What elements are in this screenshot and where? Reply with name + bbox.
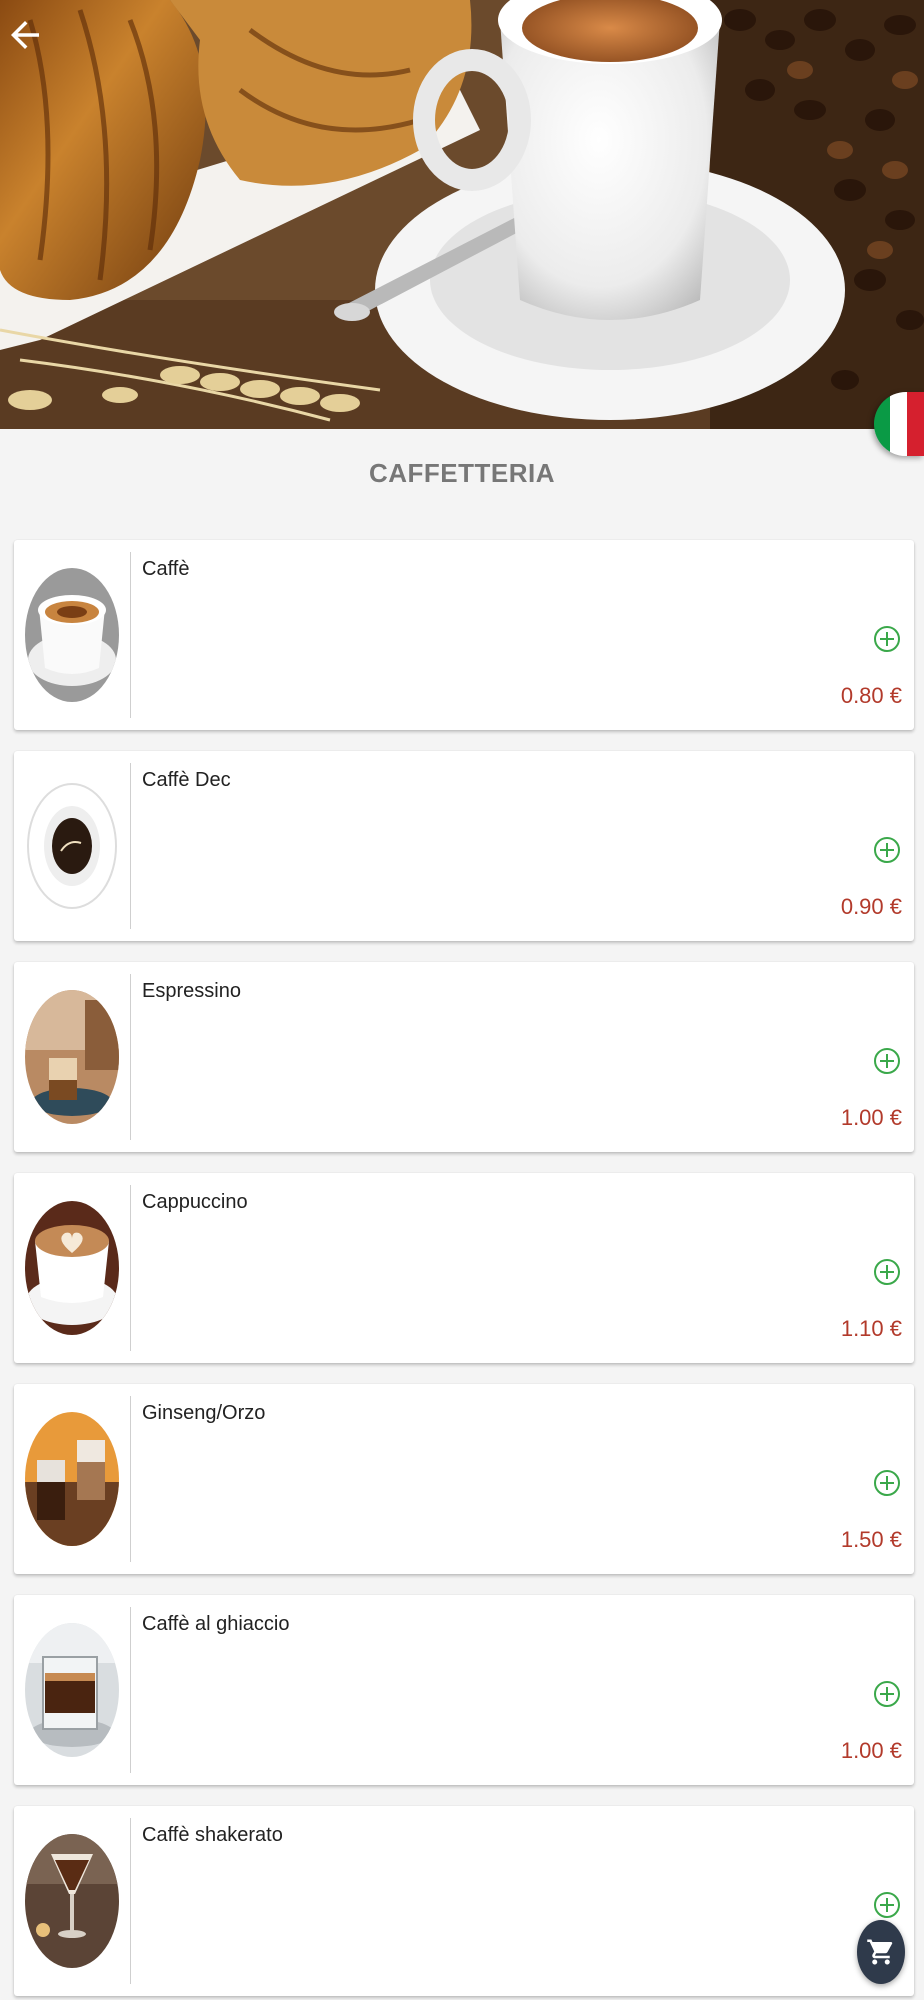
- product-name: Cappuccino: [142, 1191, 248, 1213]
- iced-coffee-glass-photo: [25, 1623, 119, 1757]
- add-to-cart-button[interactable]: [872, 1468, 902, 1498]
- cappuccino-cup-photo: [25, 1201, 119, 1335]
- product-card-cappuccino[interactable]: Cappuccino 1.10 €: [14, 1173, 914, 1363]
- app-screen: CAFFETTERIA Caffè 0.80 € Caffè Dec 0.90 …: [0, 0, 924, 2000]
- product-price: 1.10 €: [840, 1316, 902, 1341]
- product-name: Ginseng/Orzo: [142, 1402, 266, 1424]
- decaf-cup-photo: [25, 779, 119, 913]
- add-to-cart-button[interactable]: [872, 1679, 902, 1709]
- ginseng-orzo-glasses-photo: [25, 1412, 119, 1546]
- add-to-cart-button[interactable]: [872, 1257, 902, 1287]
- product-price: 1.00 €: [840, 1738, 902, 1763]
- add-to-cart-button[interactable]: [872, 1890, 902, 1920]
- plus-circle-icon: [874, 1892, 900, 1918]
- product-name: Caffè al ghiaccio: [142, 1613, 290, 1635]
- product-price: 0.80 €: [840, 683, 902, 708]
- plus-circle-icon: [874, 837, 900, 863]
- product-price: 0.90 €: [840, 894, 902, 919]
- product-list: Caffè 0.80 € Caffè Dec 0.90 € Espressino…: [14, 540, 914, 2000]
- add-to-cart-button[interactable]: [872, 624, 902, 654]
- plus-circle-icon: [874, 1681, 900, 1707]
- plus-circle-icon: [874, 626, 900, 652]
- product-name: Caffè Dec: [142, 769, 231, 791]
- product-card-espressino[interactable]: Espressino 1.00 €: [14, 962, 914, 1152]
- hero-banner-image: [0, 0, 924, 429]
- product-card-caffe-al-ghiaccio[interactable]: Caffè al ghiaccio 1.00 €: [14, 1595, 914, 1785]
- shopping-cart-icon: [867, 1939, 893, 1965]
- language-flag-button[interactable]: [874, 392, 924, 456]
- add-to-cart-button[interactable]: [872, 835, 902, 865]
- add-to-cart-button[interactable]: [872, 1046, 902, 1076]
- product-price: 1.00 €: [840, 1105, 902, 1130]
- product-name: Caffè shakerato: [142, 1824, 283, 1846]
- product-card-ginseng-orzo[interactable]: Ginseng/Orzo 1.50 €: [14, 1384, 914, 1574]
- product-price: 1.50 €: [840, 1527, 902, 1552]
- espresso-cup-photo: [25, 568, 119, 702]
- product-name: Espressino: [142, 980, 241, 1002]
- plus-circle-icon: [874, 1470, 900, 1496]
- plus-circle-icon: [874, 1048, 900, 1074]
- product-card-caffe-dec[interactable]: Caffè Dec 0.90 €: [14, 751, 914, 941]
- product-card-caffe[interactable]: Caffè 0.80 €: [14, 540, 914, 730]
- shakerato-glass-photo: [25, 1834, 119, 1968]
- product-name: Caffè: [142, 558, 190, 580]
- arrow-left-icon: [11, 21, 39, 49]
- page-title: CAFFETTERIA: [368, 458, 556, 488]
- cart-button[interactable]: [857, 1920, 905, 1984]
- plus-circle-icon: [874, 1259, 900, 1285]
- back-button[interactable]: [4, 14, 62, 84]
- espressino-glass-photo: [25, 990, 119, 1124]
- product-card-caffe-shakerato[interactable]: Caffè shakerato 1: [14, 1806, 914, 1996]
